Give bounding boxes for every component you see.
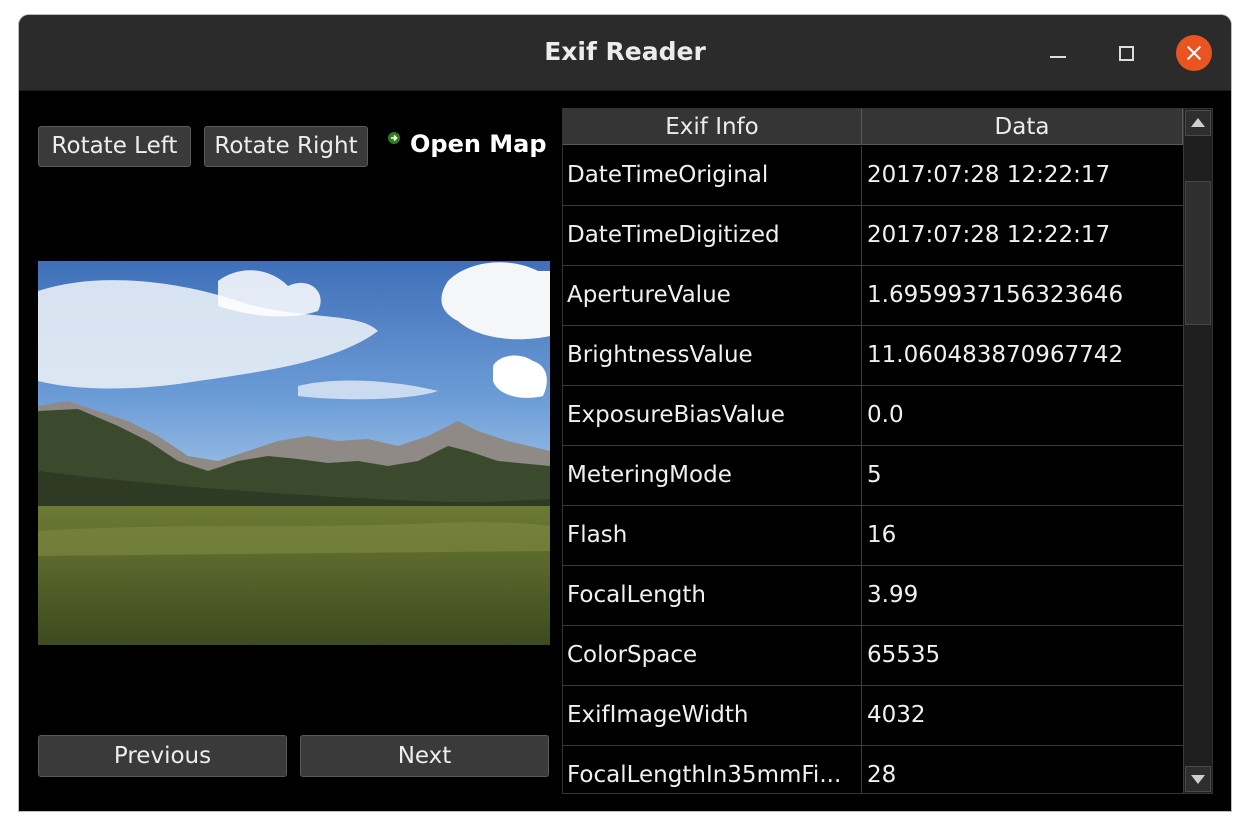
- exif-key: MeteringMode: [563, 446, 862, 505]
- table-row[interactable]: BrightnessValue 11.060483870967742: [563, 326, 1183, 386]
- exif-table[interactable]: Exif Info Data DateTimeOriginal 2017:07:…: [562, 108, 1213, 794]
- rotate-right-button[interactable]: Rotate Right: [204, 126, 368, 167]
- exif-key: ApertureValue: [563, 266, 862, 325]
- rotate-left-button[interactable]: Rotate Left: [38, 126, 191, 167]
- exif-value: 3.99: [867, 582, 919, 608]
- exif-key: FocalLengthIn35mmFi...: [563, 746, 862, 793]
- table-row[interactable]: ColorSpace 65535: [563, 626, 1183, 686]
- exif-value: 2017:07:28 12:22:17: [867, 162, 1111, 188]
- close-icon[interactable]: [1176, 35, 1212, 71]
- table-row[interactable]: ExposureBiasValue 0.0: [563, 386, 1183, 446]
- scrollbar-thumb[interactable]: [1185, 181, 1211, 325]
- exif-value: 16: [867, 522, 897, 548]
- column-header-exif-info[interactable]: Exif Info: [563, 109, 862, 145]
- next-button[interactable]: Next: [300, 735, 549, 777]
- exif-key: ExifImageWidth: [563, 686, 862, 745]
- title-bar[interactable]: Exif Reader: [19, 15, 1231, 91]
- column-header-data[interactable]: Data: [862, 109, 1183, 145]
- exif-value: 0.0: [867, 402, 904, 428]
- table-row[interactable]: Flash 16: [563, 506, 1183, 566]
- table-row[interactable]: FocalLength 3.99: [563, 566, 1183, 626]
- table-row[interactable]: ExifImageWidth 4032: [563, 686, 1183, 746]
- vertical-scrollbar[interactable]: [1183, 109, 1212, 793]
- app-window: Exif Reader Rotate Left Rotate Right Ope…: [19, 15, 1231, 811]
- exif-value: 2017:07:28 12:22:17: [867, 222, 1111, 248]
- table-row[interactable]: MeteringMode 5: [563, 446, 1183, 506]
- exif-key: ExposureBiasValue: [563, 386, 862, 445]
- minimize-icon[interactable]: [1040, 35, 1076, 71]
- open-map-label: Open Map: [410, 130, 547, 158]
- exif-key: BrightnessValue: [563, 326, 862, 385]
- exif-key: FocalLength: [563, 566, 862, 625]
- exif-value: 11.060483870967742: [867, 342, 1124, 368]
- scroll-up-icon[interactable]: [1185, 110, 1211, 136]
- table-row[interactable]: ApertureValue 1.6959937156323646: [563, 266, 1183, 326]
- table-row[interactable]: FocalLengthIn35mmFi... 28: [563, 746, 1183, 793]
- maximize-icon[interactable]: [1108, 35, 1144, 71]
- table-row[interactable]: DateTimeOriginal 2017:07:28 12:22:17: [563, 146, 1183, 206]
- exif-value: 1.6959937156323646: [867, 282, 1124, 308]
- exif-key: DateTimeDigitized: [563, 206, 862, 265]
- exif-key: Flash: [563, 506, 862, 565]
- table-row[interactable]: DateTimeDigitized 2017:07:28 12:22:17: [563, 206, 1183, 266]
- exif-value: 4032: [867, 702, 926, 728]
- exif-value: 5: [867, 462, 882, 488]
- photo-preview: [38, 261, 550, 645]
- exif-value: 28: [867, 762, 897, 788]
- scroll-down-icon[interactable]: [1185, 766, 1211, 792]
- exif-value: 65535: [867, 642, 941, 668]
- exif-key: ColorSpace: [563, 626, 862, 685]
- green-arrow-icon: [388, 132, 400, 144]
- exif-key: DateTimeOriginal: [563, 146, 862, 205]
- previous-button[interactable]: Previous: [38, 735, 287, 777]
